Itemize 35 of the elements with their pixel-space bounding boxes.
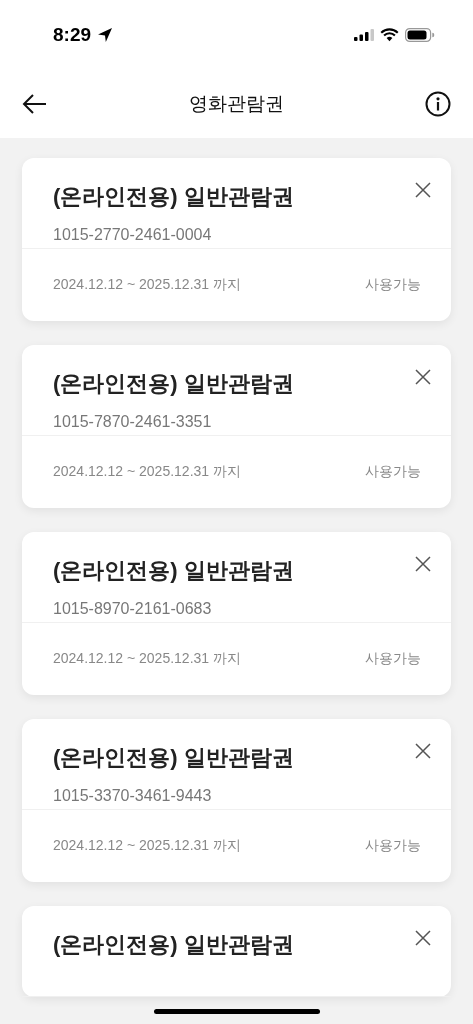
ticket-status: 사용가능: [365, 837, 421, 855]
ticket-card[interactable]: (온라인전용) 일반관람권 1015-8970-2161-0683 2024.12.12 ~ 2025.12.31 까지 사용가능: [22, 532, 451, 695]
ticket-number: 1015-8970-2161-0683: [53, 600, 213, 618]
validity-period: 2024.12.12 ~ 2025.12.31 까지: [53, 650, 241, 668]
close-button[interactable]: [415, 556, 431, 572]
validity-period: 2024.12.12 ~ 2025.12.31 까지: [53, 837, 241, 855]
validity-period: 2024.12.12 ~ 2025.12.31 까지: [53, 463, 241, 481]
close-button[interactable]: [415, 182, 431, 198]
ticket-title: (온라인전용) 일반관람권: [53, 370, 294, 398]
ticket-status: 사용가능: [365, 463, 421, 481]
close-button[interactable]: [415, 369, 431, 385]
back-button[interactable]: [22, 93, 48, 115]
status-time: 8:29: [53, 24, 92, 46]
ticket-title: (온라인전용) 일반관람권: [53, 183, 294, 211]
ticket-title: (온라인전용) 일반관람권: [53, 744, 294, 772]
page-title: 영화관람권: [189, 92, 284, 116]
ticket-title: (온라인전용) 일반관람권: [53, 557, 294, 585]
close-button[interactable]: [415, 930, 431, 946]
signal-icon: [354, 29, 374, 41]
ticket-number: 1015-7870-2461-3351: [53, 413, 213, 431]
ticket-number: 1015-2770-2461-0004: [53, 226, 213, 244]
ticket-card[interactable]: (온라인전용) 일반관람권: [22, 906, 451, 997]
ticket-card[interactable]: (온라인전용) 일반관람권 1015-3370-3461-9443 2024.12.12 ~ 2025.12.31 까지 사용가능: [22, 719, 451, 882]
ticket-status: 사용가능: [365, 276, 421, 294]
ticket-title: (온라인전용) 일반관람권: [53, 931, 294, 959]
battery-icon: [405, 28, 435, 42]
ticket-number: 1015-3370-3461-9443: [53, 787, 213, 805]
close-button[interactable]: [415, 743, 431, 759]
ticket-status: 사용가능: [365, 650, 421, 668]
ticket-card[interactable]: (온라인전용) 일반관람권 1015-7870-2461-3351 2024.12.12 ~ 2025.12.31 까지 사용가능: [22, 345, 451, 508]
wifi-icon: [380, 28, 399, 42]
validity-period: 2024.12.12 ~ 2025.12.31 까지: [53, 276, 241, 294]
location-arrow-icon: [97, 27, 114, 43]
ticket-card[interactable]: (온라인전용) 일반관람권 1015-2770-2461-0004 2024.12.12 ~ 2025.12.31 까지 사용가능: [22, 158, 451, 321]
info-button[interactable]: [425, 91, 451, 117]
